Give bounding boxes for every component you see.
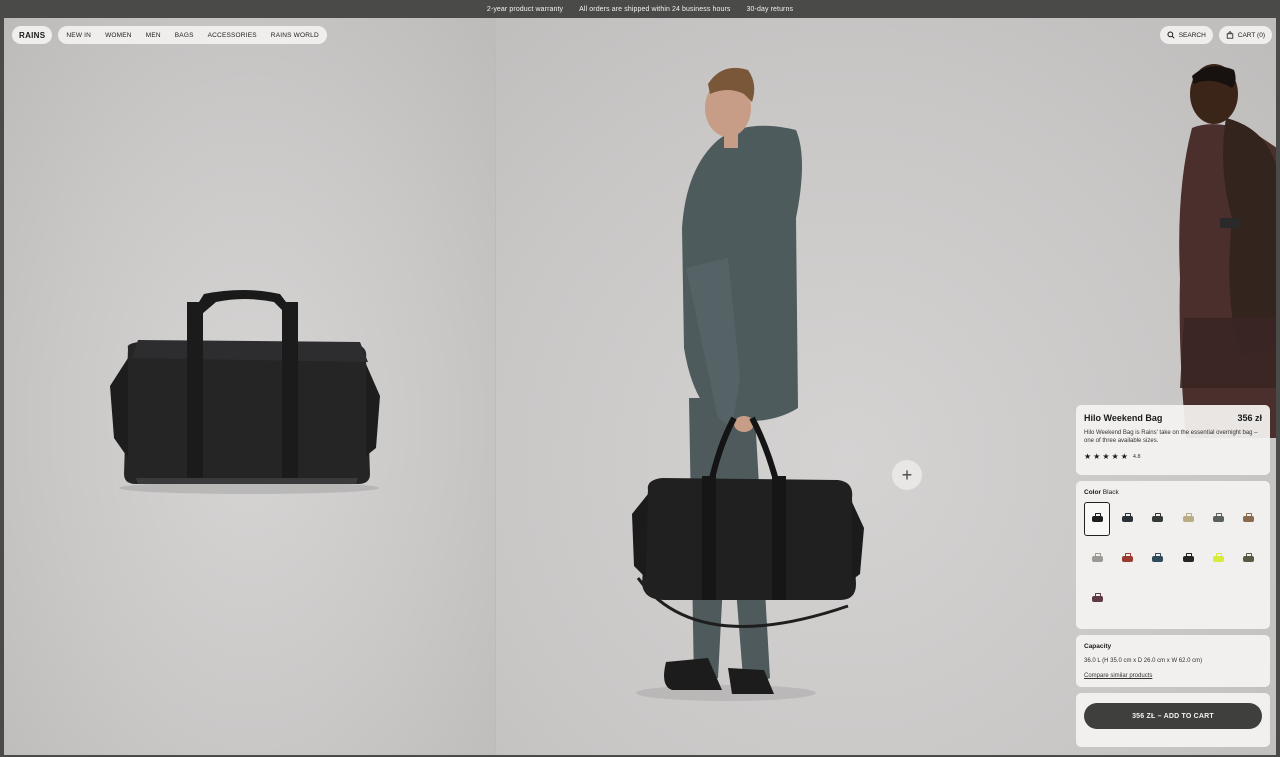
nav-link-bags[interactable]: BAGS <box>175 32 194 39</box>
color-selector-card: Color Black <box>1076 481 1270 629</box>
brand-logo[interactable]: RAINS <box>12 26 53 44</box>
compare-products-link[interactable]: Compare similar products <box>1084 673 1152 679</box>
product-rating[interactable]: ★ ★ ★ ★ ★ 4.8 <box>1084 452 1262 461</box>
color-swatch[interactable] <box>1114 542 1140 576</box>
search-button[interactable]: SEARCH <box>1159 26 1213 44</box>
star-icon: ★ <box>1084 452 1092 461</box>
bag-thumbnail <box>1091 553 1103 562</box>
color-swatches <box>1084 502 1262 616</box>
announcement-returns: 30-day returns <box>746 5 794 13</box>
color-swatch[interactable] <box>1145 502 1171 536</box>
nav-links: NEW IN WOMEN MEN BAGS ACCESSORIES RAINS … <box>58 26 327 44</box>
zoom-plus-button[interactable]: + <box>892 460 922 490</box>
header-utilities: SEARCH CART (0) <box>1159 26 1272 44</box>
star-icon: ★ <box>1120 452 1128 461</box>
bag-icon <box>1226 31 1233 39</box>
nav-link-women[interactable]: WOMEN <box>105 32 132 39</box>
color-label-title: Color <box>1084 489 1101 496</box>
star-icon: ★ <box>1111 452 1119 461</box>
main-nav: RAINS NEW IN WOMEN MEN BAGS ACCESSORIES … <box>12 26 327 44</box>
product-gallery: RAINS NEW IN WOMEN MEN BAGS ACCESSORIES … <box>4 18 1276 755</box>
plus-icon: + <box>901 464 913 485</box>
duffel-bag-image <box>110 290 380 494</box>
product-info-card: Hilo Weekend Bag 356 zł Hilo Weekend Bag… <box>1076 405 1270 475</box>
nav-link-rains-world[interactable]: RAINS WORLD <box>271 32 319 39</box>
announcement-bar: 2-year product warranty All orders are s… <box>0 0 1280 18</box>
bag-thumbnail <box>1091 593 1103 602</box>
cart-button[interactable]: CART (0) <box>1218 26 1272 44</box>
nav-link-men[interactable]: MEN <box>146 32 161 39</box>
product-name: Hilo Weekend Bag <box>1084 413 1163 423</box>
bag-thumbnail <box>1152 553 1164 562</box>
color-swatch[interactable] <box>1236 542 1262 576</box>
bag-thumbnail <box>1152 513 1164 522</box>
nav-link-accessories[interactable]: ACCESSORIES <box>208 32 257 39</box>
bag-thumbnail <box>1121 553 1133 562</box>
color-swatch[interactable] <box>1084 582 1110 616</box>
star-icon: ★ <box>1102 452 1110 461</box>
bag-thumbnail <box>1182 513 1194 522</box>
announcement-warranty: 2-year product warranty <box>486 5 564 13</box>
product-description: Hilo Weekend Bag is Rains' take on the e… <box>1084 430 1258 444</box>
color-selected-name: Black <box>1102 489 1119 496</box>
bag-thumbnail <box>1213 553 1225 562</box>
color-swatch[interactable] <box>1175 542 1201 576</box>
announcement-shipping: All orders are shipped within 24 busines… <box>579 5 731 13</box>
bag-thumbnail <box>1243 513 1255 522</box>
bag-thumbnail <box>1243 553 1255 562</box>
capacity-dimensions: 36.0 L (H 35.0 cm x D 26.0 cm x W 62.0 c… <box>1084 658 1203 664</box>
color-swatch[interactable] <box>1114 502 1140 536</box>
add-to-cart-button[interactable]: 356 ZŁ – ADD TO CART <box>1084 703 1262 729</box>
product-price: 356 zł <box>1237 413 1262 423</box>
add-to-cart-card: 356 ZŁ – ADD TO CART <box>1076 693 1270 747</box>
product-image-packshot[interactable] <box>4 18 495 755</box>
color-swatch[interactable] <box>1084 542 1110 576</box>
capacity-card: Capacity 36.0 L (H 35.0 cm x D 26.0 cm x… <box>1076 635 1270 687</box>
bag-thumbnail <box>1213 513 1225 522</box>
cart-label: CART (0) <box>1237 31 1265 39</box>
bag-thumbnail <box>1121 513 1133 522</box>
color-swatch[interactable] <box>1236 502 1262 536</box>
color-swatch[interactable] <box>1206 542 1232 576</box>
color-swatch[interactable] <box>1206 502 1232 536</box>
color-swatch[interactable] <box>1084 502 1110 536</box>
nav-link-new-in[interactable]: NEW IN <box>66 32 91 39</box>
capacity-title: Capacity <box>1084 643 1112 650</box>
color-label: Color Black <box>1084 489 1262 496</box>
color-swatch[interactable] <box>1175 502 1201 536</box>
search-label: SEARCH <box>1178 31 1206 39</box>
bag-thumbnail <box>1091 513 1103 522</box>
color-swatch[interactable] <box>1145 542 1171 576</box>
search-icon <box>1167 31 1175 39</box>
rating-value: 4.8 <box>1132 453 1141 460</box>
star-icon: ★ <box>1093 452 1101 461</box>
bag-thumbnail <box>1182 553 1194 562</box>
